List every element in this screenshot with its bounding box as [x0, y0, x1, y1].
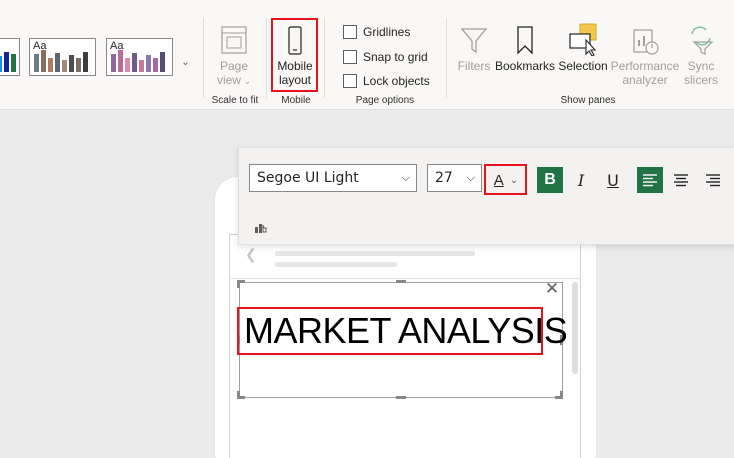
mobile-header-divider: [229, 278, 581, 279]
align-center-icon: [674, 174, 688, 187]
sync-slicers-label-line2: slicers: [683, 73, 718, 87]
ribbon-separator: [203, 18, 204, 98]
filters-pane-button[interactable]: Filters: [454, 20, 494, 73]
group-label-page-options: Page options: [355, 95, 415, 106]
checkbox-box: [343, 50, 357, 64]
resize-handle[interactable]: [396, 396, 406, 399]
group-label-show-panes: Show panes: [560, 95, 616, 106]
align-right-icon: [706, 174, 720, 187]
highlight-box: [484, 164, 527, 195]
back-arrow-icon: ❮: [245, 246, 257, 262]
resize-handle[interactable]: [396, 280, 406, 283]
resize-handle[interactable]: [237, 280, 240, 288]
font-family-value: Segoe UI Light: [257, 170, 359, 186]
mobile-header-placeholder: [275, 262, 397, 267]
italic-button[interactable]: I: [568, 167, 594, 193]
chevron-down-icon: ⌵: [401, 171, 410, 184]
ribbon-separator: [266, 18, 267, 98]
theme-thumbnail-partial[interactable]: [0, 38, 20, 76]
sync-slicers-icon: [686, 20, 716, 56]
bold-icon: B: [544, 171, 556, 188]
lock-objects-label: Lock objects: [363, 74, 430, 88]
font-size-select[interactable]: 27 ⌵: [427, 164, 482, 192]
highlight-box: [237, 307, 543, 355]
selection-label: Selection: [558, 59, 608, 73]
performance-label-line2: analyzer: [622, 73, 668, 87]
bold-button[interactable]: B: [537, 167, 563, 193]
ribbon-separator: [446, 18, 447, 98]
page-view-label-line2: view ⌄: [216, 73, 252, 87]
gridlines-checkbox[interactable]: Gridlines: [343, 25, 410, 39]
checkbox-box: [343, 25, 357, 39]
bookmark-icon: [513, 20, 537, 56]
underline-button[interactable]: U: [600, 167, 626, 193]
resize-handle[interactable]: [237, 396, 245, 399]
theme-thumbnail[interactable]: Aa: [29, 38, 96, 76]
selection-icon: [566, 20, 600, 56]
chevron-down-icon: ⌄: [181, 56, 190, 68]
align-center-button[interactable]: [668, 167, 694, 193]
filter-icon: [459, 20, 489, 56]
close-icon[interactable]: ✕: [543, 280, 561, 298]
lock-objects-checkbox[interactable]: Lock objects: [343, 74, 430, 88]
theme-thumbnail[interactable]: Aa: [106, 38, 173, 76]
page-view-button[interactable]: Page view ⌄: [212, 20, 256, 88]
sync-slicers-button[interactable]: Sync slicers: [681, 20, 721, 87]
chevron-down-icon: ⌵: [466, 171, 475, 184]
underline-icon: U: [607, 170, 619, 190]
performance-label-line1: Performance: [610, 59, 680, 73]
mobile-canvas-scrollbar[interactable]: [572, 282, 578, 374]
format-painter-icon[interactable]: [254, 221, 268, 240]
resize-handle[interactable]: [560, 391, 563, 399]
group-label-mobile: Mobile: [281, 95, 311, 106]
font-family-select[interactable]: Segoe UI Light ⌵: [249, 164, 417, 192]
theme-gallery-expand-button[interactable]: ⌄: [177, 38, 194, 86]
text-format-toolbar: [238, 147, 734, 245]
align-right-button[interactable]: [700, 167, 726, 193]
selection-pane-button[interactable]: Selection: [558, 20, 608, 73]
italic-icon: I: [577, 170, 585, 190]
bookmarks-label: Bookmarks: [494, 59, 556, 73]
sync-slicers-label-line1: Sync: [687, 59, 715, 73]
page-view-icon: [219, 20, 249, 56]
align-left-icon: [643, 174, 657, 187]
snap-to-grid-label: Snap to grid: [363, 50, 428, 64]
bookmarks-pane-button[interactable]: Bookmarks: [494, 20, 556, 73]
mobile-header-placeholder: [275, 251, 475, 256]
highlight-box: [271, 18, 318, 92]
gridlines-label: Gridlines: [363, 25, 411, 39]
performance-analyzer-icon: [630, 20, 660, 56]
filters-label: Filters: [457, 59, 491, 73]
group-label-scale-to-fit: Scale to fit: [211, 95, 259, 106]
ribbon: Aa Aa ⌄ Page view ⌄ Mobile layout Gridli…: [0, 0, 734, 110]
page-view-label-line1: Page: [219, 59, 249, 73]
snap-to-grid-checkbox[interactable]: Snap to grid: [343, 50, 428, 64]
checkbox-box: [343, 74, 357, 88]
ribbon-separator: [324, 18, 325, 98]
align-left-button[interactable]: [637, 167, 663, 193]
font-size-value: 27: [435, 170, 453, 186]
performance-analyzer-button[interactable]: Performance analyzer: [610, 20, 680, 87]
